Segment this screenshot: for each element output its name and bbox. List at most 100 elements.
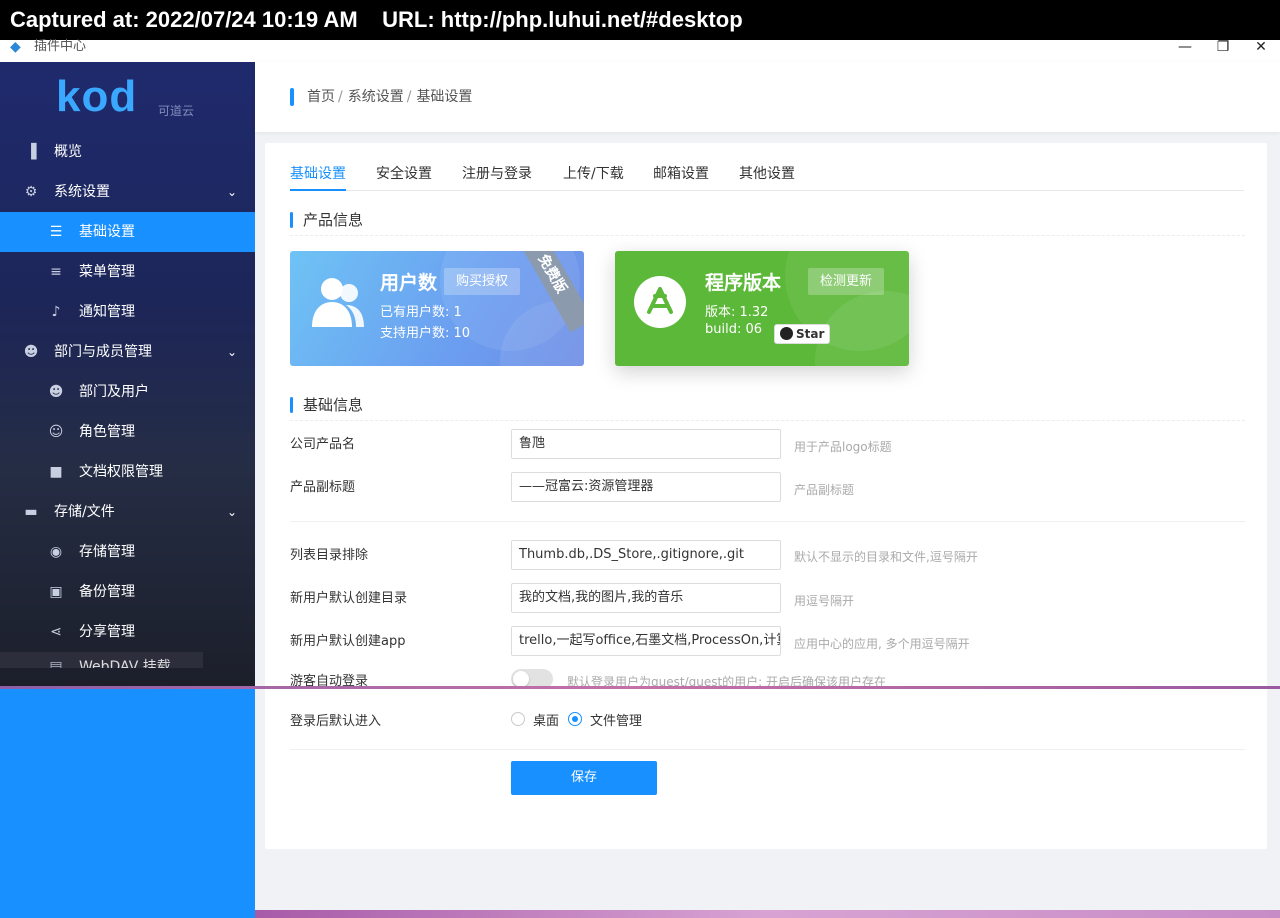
company-name-label: 公司产品名 [290,437,356,452]
sidebar-item-menu-management[interactable]: ≡ 菜单管理 [0,252,255,292]
sidebar-item-label: 备份管理 [79,584,135,600]
sidebar-item-share[interactable]: ⋖ 分享管理 [0,612,255,652]
sidebar-item-storage-files[interactable]: ▬ 存储/文件 ⌄ [0,492,255,532]
sidebar-item-backup[interactable]: ▣ 备份管理 [0,572,255,612]
sidebar-item-overview[interactable]: ▐ 概览 [0,132,255,172]
breadcrumb-separator: / [338,89,343,105]
version-card: 程序版本 检测更新 版本: 1.32 build: 06 Star [615,251,909,366]
window-titlebar: ◆ 插件中心 — ❐ ✕ [0,40,1280,62]
sidebar: kod 可道云 ▐ 概览 ⚙ 系统设置 ⌄ ☰ 基础设置 ≡ 菜单管理 ♪ 通知… [0,62,255,686]
sidebar-item-doc-permissions[interactable]: ■ 文档权限管理 [0,452,255,492]
close-button[interactable]: ✕ [1246,40,1276,56]
product-info-title: 产品信息 [290,211,363,229]
default-dirs-label: 新用户默认创建目录 [290,591,408,606]
breadcrumb-separator: / [406,89,412,105]
tab-email-settings[interactable]: 邮箱设置 [653,163,709,191]
file-manager-radio-label[interactable]: 文件管理 [590,710,642,729]
version-card-title: 程序版本 [705,272,782,294]
sidebar-item-departments-members[interactable]: ☻ 部门与成员管理 ⌄ [0,332,255,372]
bar-chart-icon: ▐ [25,144,37,160]
settings-tabs: 基础设置 安全设置 注册与登录 上传/下载 邮箱设置 其他设置 [290,155,1244,191]
guest-login-hint: 默认登录用户为guest/guest的用户; 开启后确保该用户存在 [567,675,887,689]
build-number: build: 06 [705,322,763,337]
desktop-radio[interactable] [511,712,525,726]
app-store-icon [634,276,686,328]
default-apps-input[interactable]: trello,一起写office,石墨文档,ProcessOn,计算器 [511,626,781,656]
sidebar-item-basic-settings[interactable]: ☰ 基础设置 [0,212,255,252]
supported-users-count: 支持用户数: 10 [380,326,471,341]
lock-icon: ■ [49,464,63,480]
tab-register-login[interactable]: 注册与登录 [462,163,532,191]
user-badge-icon: ☺ [48,424,64,440]
minimize-button[interactable]: — [1170,40,1200,56]
sidebar-item-label: 概览 [54,144,82,160]
sidebar-item-system-settings[interactable]: ⚙ 系统设置 ⌄ [0,172,255,212]
check-update-button[interactable]: 检测更新 [808,268,885,295]
section-divider [290,420,1245,421]
settings-card: 基础设置 安全设置 注册与登录 上传/下载 邮箱设置 其他设置 产品信息 用户数… [265,143,1267,849]
selection-outline [0,652,203,668]
default-dirs-input[interactable]: 我的文档,我的图片,我的音乐 [511,583,781,613]
gear-icon: ⚙ [24,184,38,200]
exclude-dirs-input[interactable]: Thumb.db,.DS_Store,.gitignore,.git [511,540,781,570]
database-icon: ◉ [49,544,63,560]
sidebar-item-label: 系统设置 [54,184,110,200]
current-users-count: 已有用户数: 1 [380,305,462,320]
desktop-radio-label[interactable]: 桌面 [533,710,559,729]
restore-button[interactable]: ❐ [1208,40,1238,56]
breadcrumb-bar: 首页 / 系统设置 / 基础设置 [255,62,1280,132]
product-subtitle-hint: 产品副标题 [794,483,855,497]
sidebar-item-departments-users[interactable]: ☻ 部门及用户 [0,372,255,412]
breadcrumb-system-settings[interactable]: 系统设置 [348,89,404,105]
sidebar-item-label: 存储/文件 [54,504,115,520]
logo-subtitle: 可道云 [158,104,195,118]
sidebar-item-storage-management[interactable]: ◉ 存储管理 [0,532,255,572]
guest-login-toggle[interactable] [511,669,553,689]
exclude-dirs-label: 列表目录排除 [290,548,369,563]
company-name-input[interactable]: 鲁虺 [511,429,781,459]
sidebar-item-label: 基础设置 [79,224,135,240]
logo[interactable]: kod 可道云 [0,62,255,132]
sidebar-item-webdav[interactable]: ▤ WebDAV 挂载 [0,652,255,668]
sidebar-item-notifications[interactable]: ♪ 通知管理 [0,292,255,332]
menu-icon: ≡ [50,264,62,280]
breadcrumb: 首页 / 系统设置 / 基础设置 [307,88,472,106]
chevron-down-icon: ⌄ [226,345,237,359]
exclude-dirs-hint: 默认不显示的目录和文件,逗号隔开 [794,550,978,564]
app-store-glyph [647,287,673,314]
form-divider [290,749,1245,750]
sidebar-item-label: 部门与成员管理 [54,344,152,360]
sidebar-item-label: 通知管理 [79,304,135,320]
tab-other-settings[interactable]: 其他设置 [739,163,795,191]
version-number: 版本: 1.32 [705,305,769,320]
users-card-title: 用户数 [380,272,438,294]
webdav-icon: ▤ [49,659,63,668]
tab-upload-download[interactable]: 上传/下载 [563,163,624,191]
main-content: 首页 / 系统设置 / 基础设置 基础设置 安全设置 注册与登录 上传/下载 邮箱设置 … [255,62,1280,918]
glitch-block [0,689,255,918]
breadcrumb-home[interactable]: 首页 [307,89,335,105]
tab-basic-settings[interactable]: 基础设置 [290,163,346,191]
save-button[interactable]: 保存 [511,761,657,795]
folder-icon: ▬ [24,504,38,520]
sidebar-item-roles[interactable]: ☺ 角色管理 [0,412,255,452]
file-manager-radio[interactable] [568,712,582,726]
default-dirs-hint: 用逗号隔开 [794,594,855,608]
logo-brand: kod [56,72,138,121]
bell-icon: ♪ [51,304,61,320]
product-subtitle-input[interactable]: ——冠富云:资源管理器 [511,472,781,502]
breadcrumb-accent [290,88,294,106]
sidebar-item-label: 存储管理 [79,544,135,560]
sidebar-item-label: 角色管理 [79,424,135,440]
buy-license-button[interactable]: 购买授权 [444,268,521,295]
default-apps-hint: 应用中心的应用, 多个用逗号隔开 [794,637,970,651]
tab-security-settings[interactable]: 安全设置 [376,163,432,191]
section-divider [290,235,1245,236]
users-icon: ☻ [48,384,64,400]
default-apps-label: 新用户默认创建app [290,634,406,649]
basic-info-title: 基础信息 [290,396,363,414]
sidebar-item-label: 文档权限管理 [79,464,163,480]
sidebar-item-label: 菜单管理 [79,264,135,280]
github-star-button[interactable]: Star [774,324,831,344]
share-icon: ⋖ [50,624,62,640]
